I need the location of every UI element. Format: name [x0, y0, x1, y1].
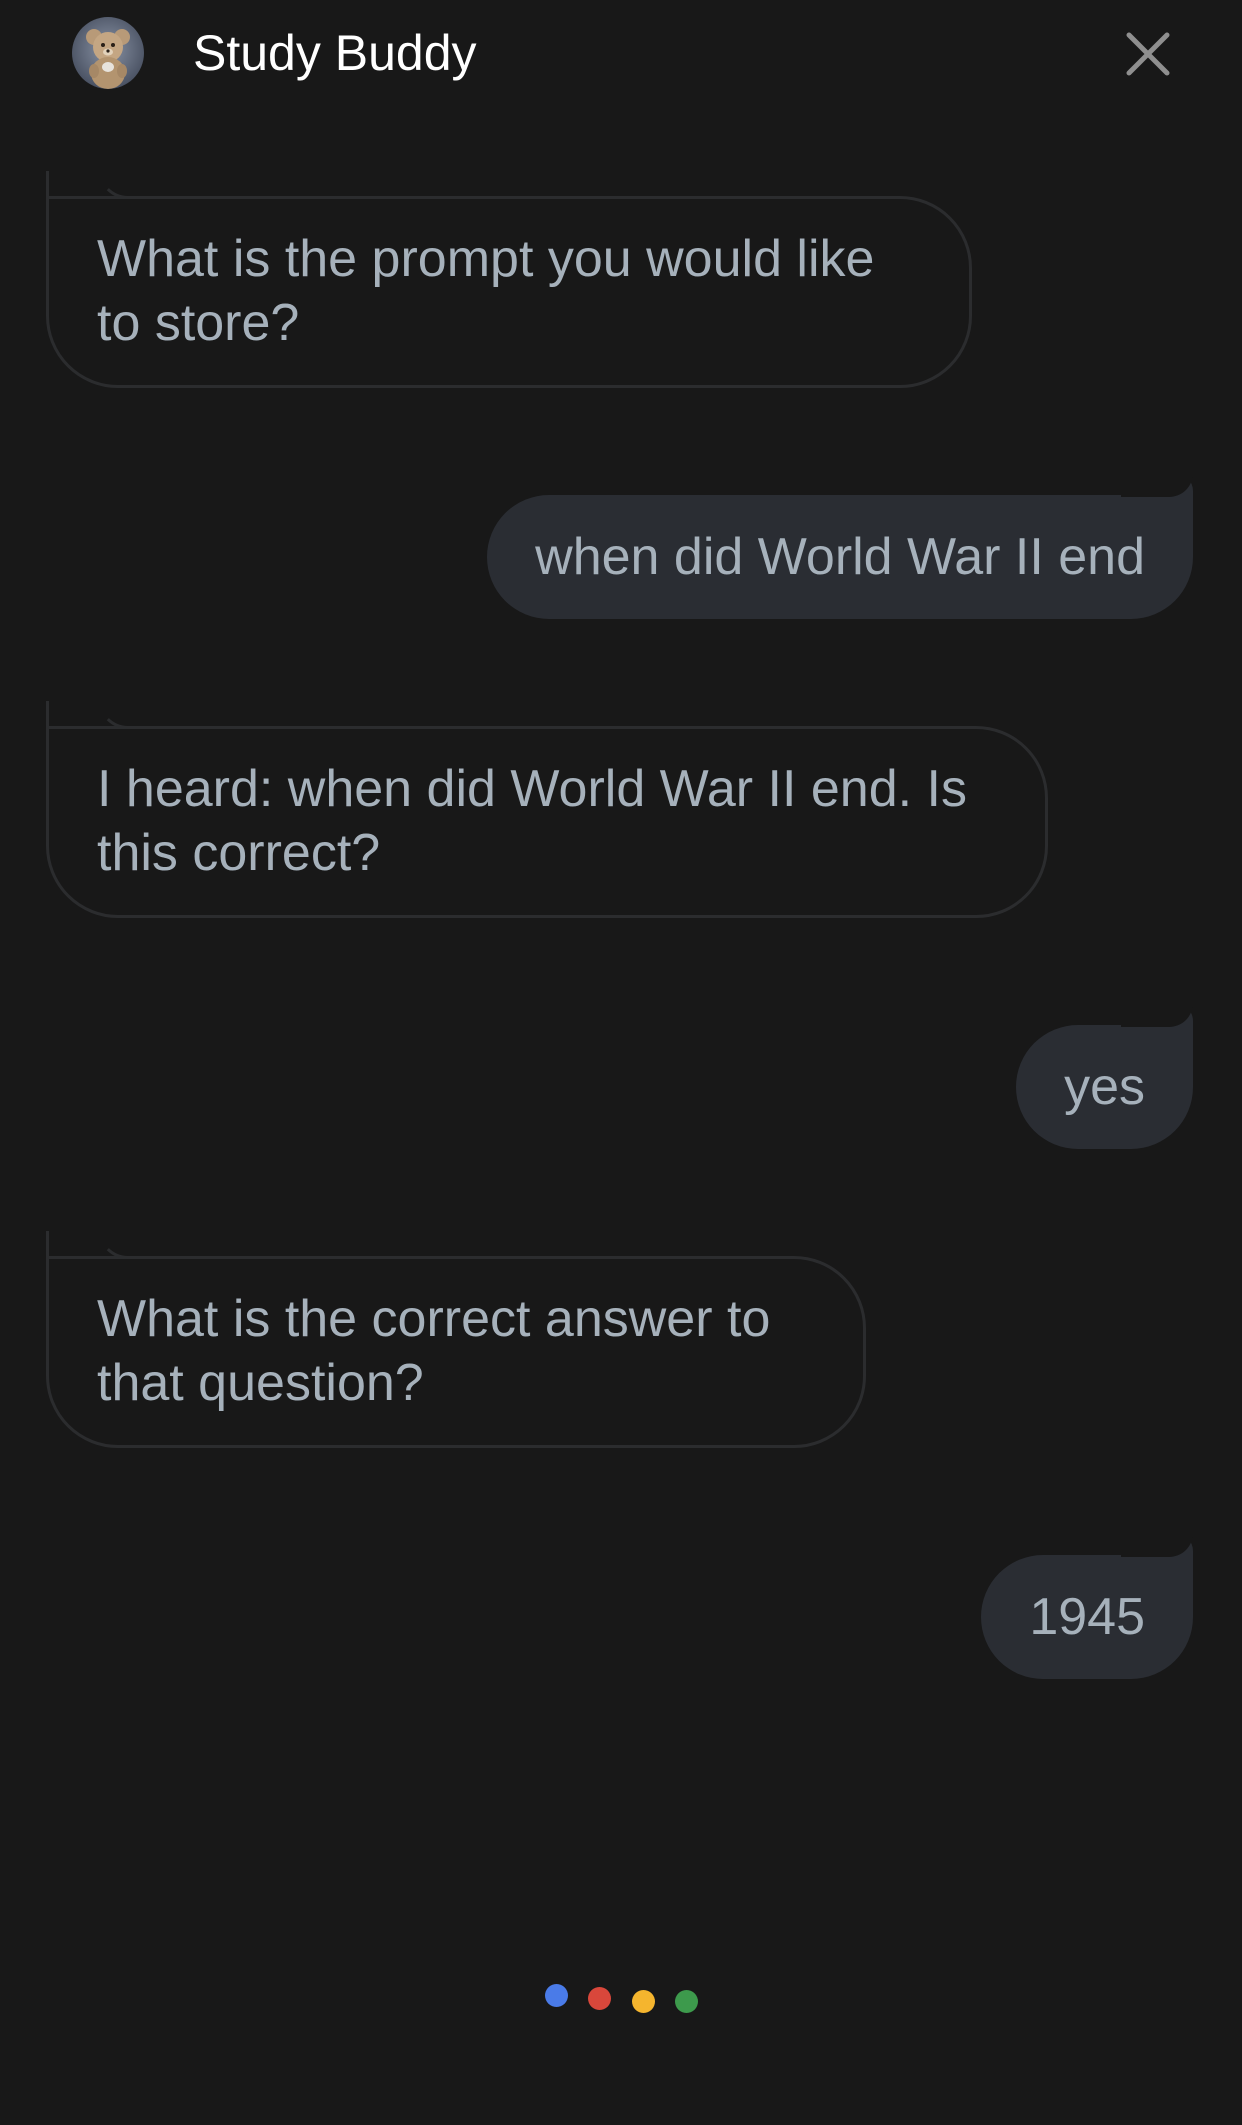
- listening-dot-blue: [545, 1984, 568, 2007]
- app-header: Study Buddy: [0, 0, 1242, 110]
- close-icon: [1126, 32, 1170, 76]
- app-title: Study Buddy: [193, 25, 477, 81]
- assistant-message: What is the prompt you would like to sto…: [46, 171, 972, 388]
- user-message-text: 1945: [1029, 1588, 1145, 1646]
- user-message: yes: [1016, 1003, 1193, 1149]
- assistant-message-text: What is the prompt you would like to sto…: [97, 230, 875, 352]
- assistant-message: What is the correct answer to that quest…: [46, 1231, 866, 1448]
- listening-dot-yellow: [632, 1990, 655, 2013]
- assistant-message: I heard: when did World War II end. Is t…: [46, 701, 1048, 918]
- user-message: when did World War II end: [487, 473, 1193, 619]
- listening-dot-green: [675, 1990, 698, 2013]
- listening-dot-red: [588, 1987, 611, 2010]
- assistant-message-text: I heard: when did World War II end. Is t…: [97, 760, 967, 882]
- user-message-text: yes: [1064, 1058, 1145, 1116]
- user-message-text: when did World War II end: [535, 528, 1145, 586]
- user-message: 1945: [981, 1533, 1193, 1679]
- listening-indicator: [0, 1984, 1242, 2024]
- teddy-bear-avatar: [72, 17, 144, 89]
- close-button[interactable]: [1120, 26, 1176, 82]
- assistant-message-text: What is the correct answer to that quest…: [97, 1290, 771, 1412]
